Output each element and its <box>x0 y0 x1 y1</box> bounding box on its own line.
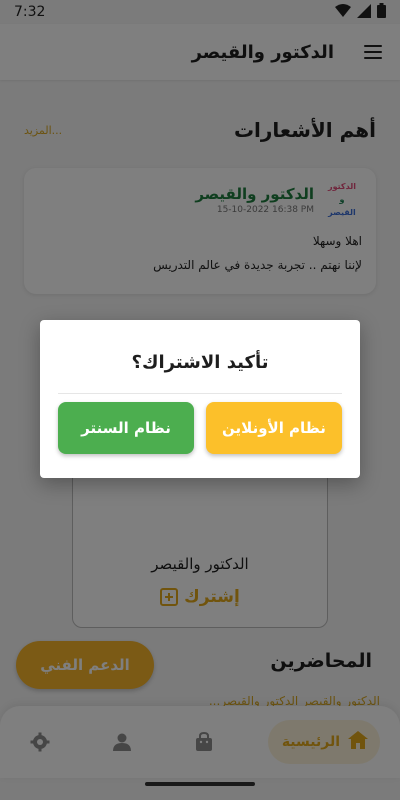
online-system-button[interactable]: نظام الأونلاين <box>206 402 342 454</box>
dialog-title: تأكيد الاشتراك؟ <box>131 352 269 373</box>
center-system-button[interactable]: نظام السنتر <box>58 402 194 454</box>
subscription-dialog: تأكيد الاشتراك؟ نظام السنتر نظام الأونلا… <box>40 320 360 478</box>
dialog-divider <box>58 393 342 394</box>
